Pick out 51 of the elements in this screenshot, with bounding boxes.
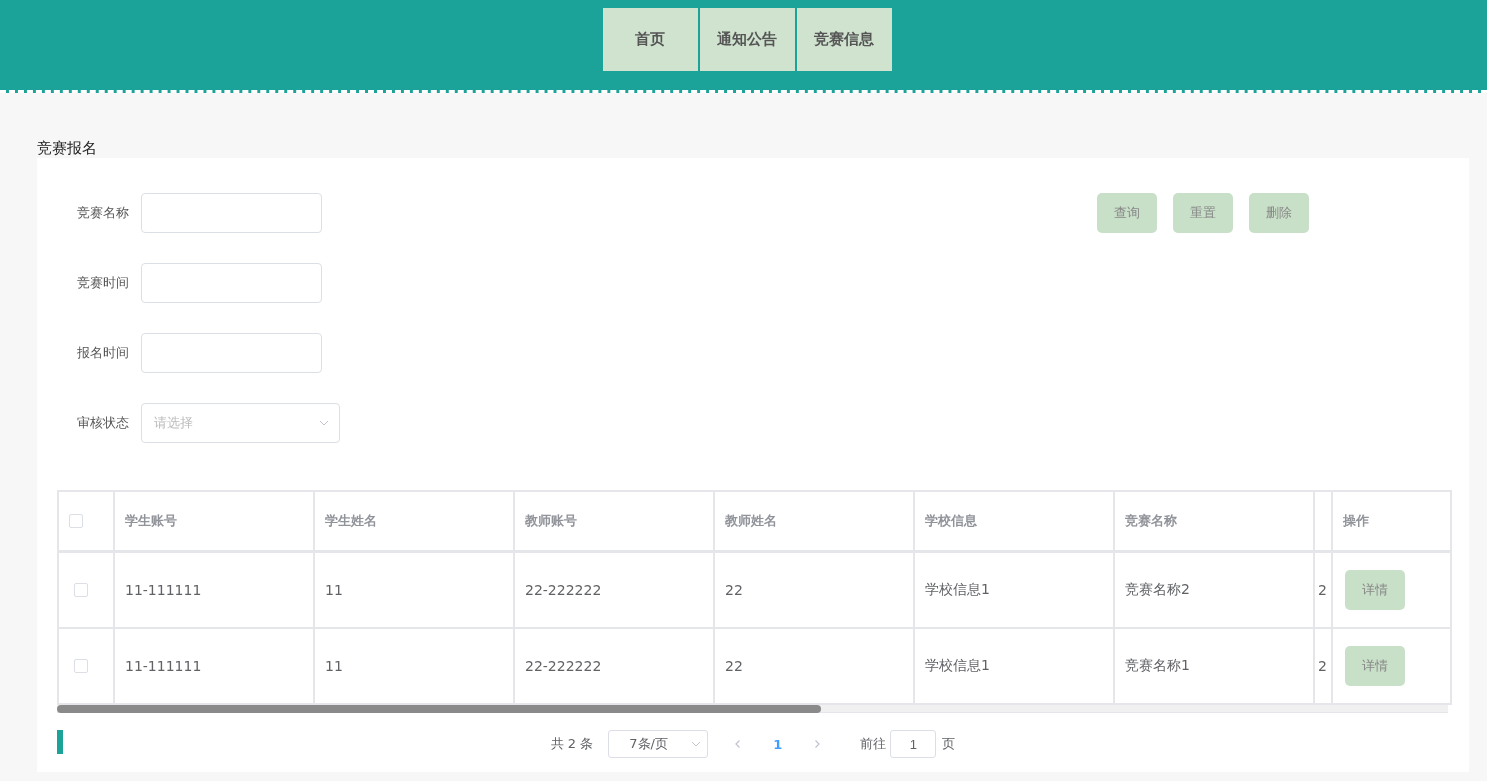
goto-label: 前往 — [860, 735, 887, 753]
input-field[interactable] — [141, 193, 322, 233]
table-cell: 22-222222 — [525, 658, 602, 674]
table-cell: 2 — [1318, 658, 1327, 674]
table-cell: 22-222222 — [525, 582, 602, 598]
page-number[interactable]: 1 — [773, 736, 783, 752]
page-size-select[interactable]: 7条/页 — [608, 730, 709, 758]
table-cell: 学校信息1 — [925, 581, 990, 599]
column-header: 操作 — [1343, 512, 1369, 530]
field-label: 竞赛名称 — [76, 204, 130, 222]
input-field[interactable] — [141, 333, 322, 373]
column-header: 学校信息 — [925, 512, 977, 530]
checkbox[interactable] — [74, 659, 88, 673]
goto-page-field[interactable]: 1 — [890, 730, 937, 758]
nav-tab[interactable]: 竞赛信息 — [796, 8, 892, 71]
detail-button[interactable]: 详情 — [1345, 570, 1405, 610]
table-cell: 学校信息1 — [925, 657, 990, 675]
input-field[interactable] — [141, 263, 322, 303]
detail-button[interactable]: 详情 — [1345, 646, 1405, 686]
action-button[interactable]: 重置 — [1173, 193, 1233, 233]
field-label: 审核状态 — [76, 414, 130, 432]
accent-bar — [57, 730, 63, 754]
nav-tab[interactable]: 首页 — [602, 8, 698, 71]
table-cell: 22 — [725, 582, 743, 598]
chevron-down-icon — [691, 741, 702, 747]
column-header: 学生账号 — [125, 512, 177, 530]
nav-tab[interactable]: 通知公告 — [699, 8, 795, 71]
checkbox[interactable] — [74, 583, 88, 597]
table-cell: 竞赛名称1 — [1125, 657, 1190, 675]
column-header: 教师姓名 — [725, 512, 777, 530]
column-header: 学生姓名 — [325, 512, 377, 530]
action-button[interactable]: 删除 — [1249, 193, 1309, 233]
select-field[interactable]: 请选择 — [141, 403, 340, 443]
total-count: 共 2 条 — [550, 735, 594, 753]
table-cell: 竞赛名称2 — [1125, 581, 1190, 599]
page-suffix: 页 — [942, 735, 956, 753]
field-label: 报名时间 — [76, 344, 130, 362]
page-title: 竞赛报名 — [37, 139, 98, 158]
table-cell: 22 — [725, 658, 743, 674]
checkbox[interactable] — [69, 514, 83, 528]
field-label: 竞赛时间 — [76, 274, 130, 292]
action-button[interactable]: 查询 — [1097, 193, 1157, 233]
table-cell: 11-111111 — [125, 582, 202, 598]
chevron-down-icon — [319, 420, 329, 426]
column-header: 教师账号 — [525, 512, 577, 530]
table-cell: 2 — [1318, 582, 1327, 598]
table-cell: 11 — [325, 658, 343, 674]
scrollbar[interactable] — [57, 705, 1448, 713]
table-cell: 11 — [325, 582, 343, 598]
table-cell: 11-111111 — [125, 658, 202, 674]
column-header: 竞赛名称 — [1125, 512, 1177, 530]
